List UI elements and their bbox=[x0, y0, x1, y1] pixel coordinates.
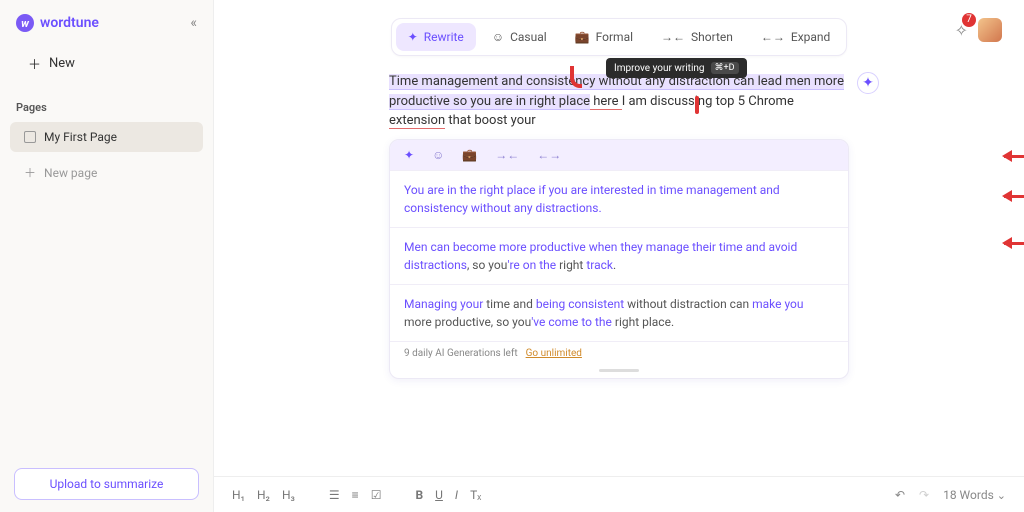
panel-tab-casual[interactable]: ☺ bbox=[432, 148, 444, 162]
shorten-button[interactable]: →← Shorten bbox=[649, 23, 745, 51]
brand[interactable]: w wordtune bbox=[16, 14, 99, 32]
notifications-button[interactable]: ✧ 7 bbox=[955, 21, 968, 40]
tooltip-text: Improve your writing bbox=[614, 63, 705, 74]
sidebar-item-label: My First Page bbox=[44, 130, 117, 144]
document-text[interactable]: Time management and consistency without … bbox=[389, 72, 849, 131]
numbered-list-button[interactable]: ≡ bbox=[352, 488, 359, 502]
heading3-button[interactable]: H₃ bbox=[282, 488, 295, 502]
rewrite-label: Rewrite bbox=[424, 30, 464, 44]
annotation-arrow bbox=[1004, 195, 1024, 198]
suggestion-text: 've come to the bbox=[531, 315, 612, 329]
suggestion-item[interactable]: Men can become more productive when they… bbox=[390, 227, 848, 284]
suggestion-text: being consistent bbox=[536, 297, 624, 311]
plus-icon: ＋ bbox=[24, 164, 36, 181]
suggestion-item[interactable]: You are in the right place if you are in… bbox=[390, 170, 848, 227]
sparkle-icon: ✦ bbox=[408, 30, 418, 44]
annotation-mark bbox=[570, 66, 582, 88]
heading2-button[interactable]: H₂ bbox=[257, 488, 270, 502]
suggestion-item[interactable]: Managing your time and being consistent … bbox=[390, 284, 848, 341]
panel-tab-shorten[interactable]: →← bbox=[495, 148, 519, 162]
upload-to-summarize-button[interactable]: Upload to summarize bbox=[14, 468, 199, 500]
word-count-label: 18 Words bbox=[943, 488, 994, 502]
text-segment: I am discussing top 5 Chrome bbox=[622, 94, 794, 109]
rewrite-tooltip: Improve your writing ⌘+D bbox=[606, 58, 747, 78]
word-count[interactable]: 18 Words ⌄ bbox=[943, 488, 1006, 502]
notification-badge: 7 bbox=[962, 13, 976, 27]
text-segment: extension bbox=[389, 113, 445, 129]
suggestion-text: without distraction can bbox=[624, 297, 752, 311]
format-bottombar: H₁ H₂ H₃ ☰ ≡ ☑ B U I Tₓ ↶ ↷ 18 Words ⌄ bbox=[214, 476, 1024, 512]
rewrite-toolbar: ✦ Rewrite ☺ Casual 💼 Formal →← Shorten ←→ Exp… bbox=[391, 18, 848, 56]
shorten-label: Shorten bbox=[691, 30, 733, 44]
suggestions-panel: ✦ ☺ 💼 →← ←→ You are in the right place i… bbox=[389, 139, 849, 379]
panel-footer: 9 daily AI Generations left Go unlimited bbox=[390, 341, 848, 365]
suggestion-text: right place. bbox=[612, 315, 674, 329]
suggestion-text: , so you bbox=[467, 258, 507, 272]
brand-name: wordtune bbox=[40, 15, 99, 31]
casual-button[interactable]: ☺ Casual bbox=[480, 23, 559, 51]
new-document-button[interactable]: ＋ New bbox=[14, 46, 199, 81]
document-area[interactable]: ✦ Time management and consistency withou… bbox=[389, 72, 849, 379]
text-segment: that boost your bbox=[445, 113, 536, 128]
panel-tabs: ✦ ☺ 💼 →← ←→ bbox=[390, 140, 848, 170]
annotation-mark bbox=[695, 96, 699, 114]
suggestion-text: 're on the bbox=[507, 258, 556, 272]
brand-logo-icon: w bbox=[16, 14, 34, 32]
suggestion-text: make you bbox=[752, 297, 803, 311]
rewrite-button[interactable]: ✦ Rewrite bbox=[396, 23, 476, 51]
go-unlimited-link[interactable]: Go unlimited bbox=[526, 348, 582, 359]
add-block-button[interactable]: ✦ bbox=[857, 72, 879, 94]
generations-left-text: 9 daily AI Generations left bbox=[404, 348, 518, 359]
annotation-arrow bbox=[1004, 242, 1024, 245]
collapse-sidebar-button[interactable]: « bbox=[190, 15, 197, 31]
plus-icon: ✦ bbox=[862, 75, 874, 91]
new-page-label: New page bbox=[44, 166, 97, 180]
formal-button[interactable]: 💼 Formal bbox=[563, 23, 645, 51]
tooltip-shortcut: ⌘+D bbox=[711, 62, 739, 74]
new-page-button[interactable]: ＋ New page bbox=[10, 156, 203, 189]
bold-button[interactable]: B bbox=[415, 488, 423, 502]
panel-tab-rewrite[interactable]: ✦ bbox=[404, 148, 414, 162]
suggestion-text: more productive, so you bbox=[404, 315, 531, 329]
casual-label: Casual bbox=[510, 30, 547, 44]
undo-button[interactable]: ↶ bbox=[895, 488, 905, 502]
formal-label: Formal bbox=[596, 30, 633, 44]
main-area: ✧ 7 ✦ Rewrite ☺ Casual 💼 Formal →← Shorten ←… bbox=[214, 0, 1024, 512]
bullet-list-button[interactable]: ☰ bbox=[329, 488, 340, 502]
shorten-icon: →← bbox=[661, 30, 685, 44]
sidebar: w wordtune « ＋ New Pages My First Page ＋… bbox=[0, 0, 214, 512]
expand-icon: ←→ bbox=[761, 30, 785, 44]
italic-button[interactable]: I bbox=[455, 488, 458, 502]
pages-section-title: Pages bbox=[0, 95, 213, 120]
expand-label: Expand bbox=[791, 30, 830, 44]
suggestion-text: track bbox=[586, 258, 613, 272]
chevron-down-icon: ⌄ bbox=[997, 489, 1006, 502]
suggestion-text: time and bbox=[483, 297, 536, 311]
clear-format-button[interactable]: Tₓ bbox=[470, 488, 481, 502]
panel-tab-expand[interactable]: ←→ bbox=[537, 148, 561, 162]
underline-button[interactable]: U bbox=[435, 488, 443, 502]
document-icon bbox=[24, 131, 36, 143]
sidebar-item-my-first-page[interactable]: My First Page bbox=[10, 122, 203, 152]
suggestion-text: Managing your bbox=[404, 297, 483, 311]
heading1-button[interactable]: H₁ bbox=[232, 488, 245, 502]
new-label: New bbox=[49, 56, 75, 71]
drag-handle[interactable] bbox=[599, 369, 639, 372]
expand-button[interactable]: ←→ Expand bbox=[749, 23, 842, 51]
suggestion-text: right bbox=[556, 258, 586, 272]
suggestion-text: You are in the right place if you are in… bbox=[404, 183, 780, 215]
plus-icon: ＋ bbox=[28, 54, 41, 73]
casual-icon: ☺ bbox=[492, 30, 504, 44]
formal-icon: 💼 bbox=[575, 30, 590, 44]
annotation-arrow bbox=[1004, 155, 1024, 158]
suggestion-text: . bbox=[613, 258, 616, 272]
panel-tab-formal[interactable]: 💼 bbox=[462, 148, 477, 162]
redo-button[interactable]: ↷ bbox=[919, 488, 929, 502]
user-avatar[interactable] bbox=[978, 18, 1002, 42]
text-segment: here bbox=[590, 94, 622, 110]
checklist-button[interactable]: ☑ bbox=[371, 488, 382, 502]
